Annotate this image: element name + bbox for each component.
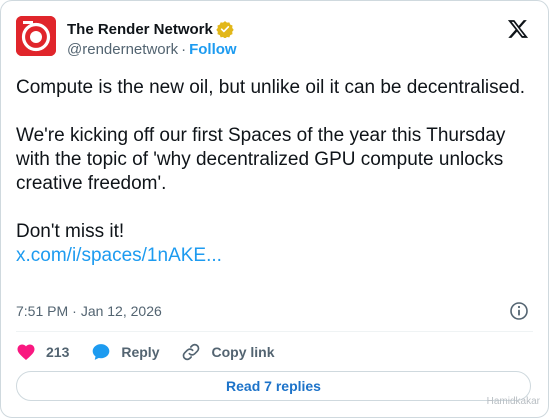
like-count: 213 bbox=[46, 344, 70, 360]
reply-button[interactable]: Reply bbox=[91, 342, 159, 362]
x-logo-icon[interactable] bbox=[507, 18, 529, 40]
tweet-text: Compute is the new oil, but unlike oil i… bbox=[16, 76, 536, 268]
follow-button[interactable]: Follow bbox=[189, 41, 237, 58]
author-block: The Render Network @rendernetwork · Foll… bbox=[67, 19, 237, 59]
tweet-paragraph: Don't miss it! bbox=[16, 221, 125, 242]
read-replies-button[interactable]: Read 7 replies bbox=[16, 371, 531, 401]
verified-badge-icon bbox=[216, 20, 234, 38]
copy-link-label: Copy link bbox=[211, 344, 275, 360]
author-name[interactable]: The Render Network bbox=[67, 21, 213, 38]
meta-separator: · bbox=[72, 303, 77, 319]
tweet-time[interactable]: 7:51 PM bbox=[16, 303, 68, 319]
watermark: Hamidkakar bbox=[487, 396, 540, 407]
divider bbox=[16, 331, 533, 332]
tweet-card: The Render Network @rendernetwork · Foll… bbox=[0, 0, 549, 418]
tweet-meta: 7:51 PM · Jan 12, 2026 bbox=[16, 301, 533, 321]
watermark-text: Hamidkakar bbox=[486, 396, 540, 407]
like-button[interactable]: 213 bbox=[16, 342, 69, 362]
link-icon bbox=[183, 343, 200, 361]
spaces-link[interactable]: x.com/i/spaces/1nAKE... bbox=[16, 245, 222, 266]
tweet-paragraph: Compute is the new oil, but unlike oil i… bbox=[16, 77, 526, 98]
render-logo-icon bbox=[16, 16, 56, 56]
tweet-header: The Render Network @rendernetwork · Foll… bbox=[16, 16, 533, 60]
copy-link-button[interactable]: Copy link bbox=[181, 342, 275, 362]
action-bar: 213 Reply Copy link bbox=[16, 340, 297, 364]
info-icon[interactable] bbox=[509, 301, 529, 321]
tweet-paragraph: We're kicking off our first Spaces of th… bbox=[16, 125, 506, 194]
reply-label: Reply bbox=[121, 344, 160, 360]
heart-icon bbox=[17, 344, 35, 360]
handle-separator: · bbox=[181, 41, 187, 58]
reply-bubble-icon bbox=[93, 344, 110, 360]
author-handle[interactable]: @rendernetwork bbox=[67, 41, 178, 58]
tweet-date[interactable]: Jan 12, 2026 bbox=[81, 303, 162, 319]
avatar[interactable] bbox=[16, 16, 56, 56]
